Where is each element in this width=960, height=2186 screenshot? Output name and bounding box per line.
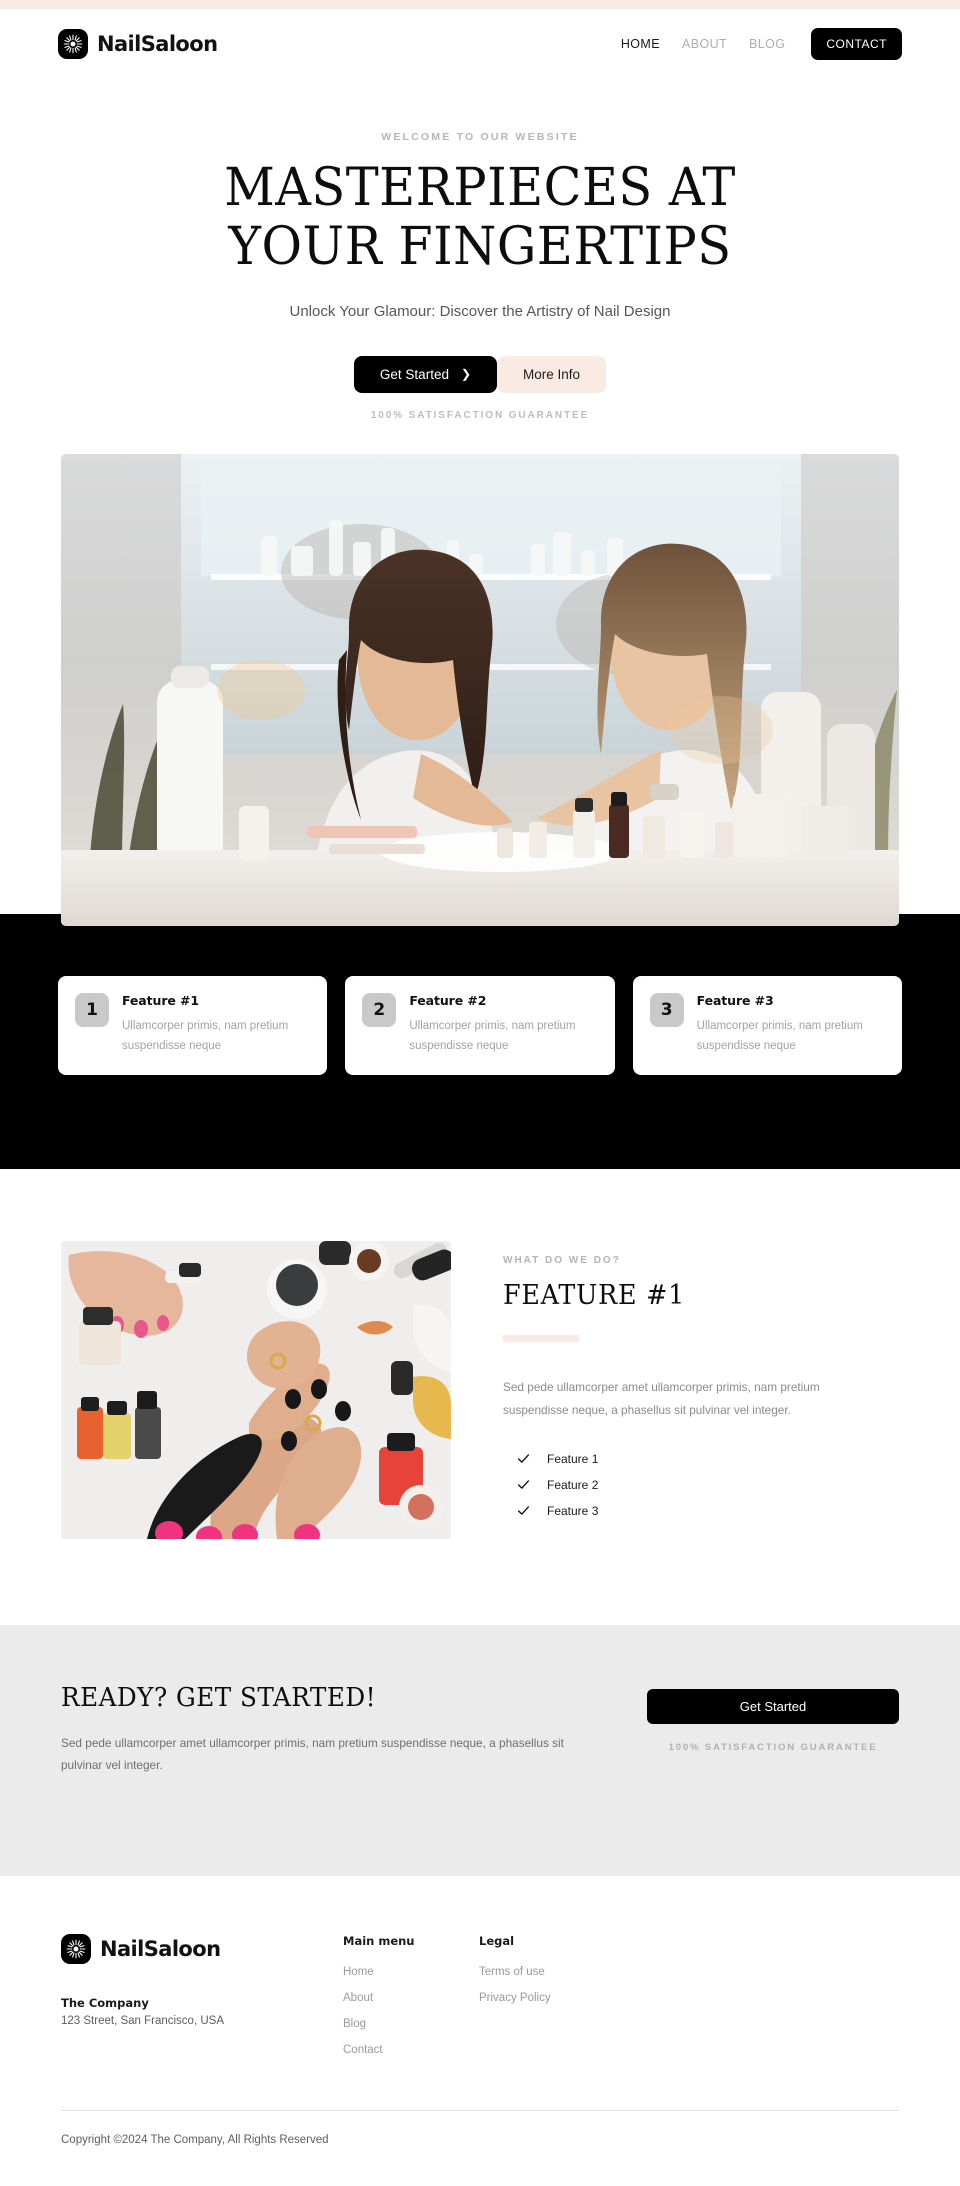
- feature-image: [61, 1240, 451, 1539]
- list-item: Blog: [343, 2014, 479, 2032]
- footer-link-privacy[interactable]: Privacy Policy: [479, 1992, 551, 2004]
- features-band: 1 Feature #1 Ullamcorper primis, nam pre…: [0, 913, 960, 1169]
- feature-card-number: 3: [649, 992, 684, 1027]
- feature-card-number: 1: [75, 992, 109, 1027]
- list-item: Feature 2: [503, 1478, 899, 1504]
- footer-link-contact[interactable]: Contact: [343, 2044, 383, 2056]
- what-we-do-list: Feature 1 Feature 2 Feature 3: [503, 1452, 899, 1530]
- hero-title-line-1: MASTERPIECES AT: [224, 158, 736, 218]
- feature-cards: 1 Feature #1 Ullamcorper primis, nam pre…: [58, 975, 902, 1075]
- what-we-do-title: FEATURE #1: [503, 1279, 686, 1311]
- footer-link-home[interactable]: Home: [343, 1966, 374, 1978]
- what-we-do-copy: WHAT DO WE DO? FEATURE #1 Sed pede ullam…: [503, 1241, 899, 1530]
- main-nav: HOME ABOUT BLOG CONTACT: [621, 28, 902, 60]
- hero-section: WELCOME TO OUR WEBSITE MASTERPIECES AT Y…: [0, 79, 960, 926]
- brand-name: NailSaloon: [97, 32, 218, 56]
- nav-item-home[interactable]: HOME: [621, 37, 660, 51]
- cta-text: Sed pede ullamcorper amet ullamcorper pr…: [61, 1735, 564, 1772]
- hero-actions: Get Started ❯ More Info: [0, 355, 960, 393]
- footer-copyright: Copyright ©2024 The Company, All Rights …: [61, 2134, 329, 2147]
- hero-subtitle: Unlock Your Glamour: Discover the Artist…: [289, 302, 671, 320]
- feature-card-title: Feature #1: [122, 992, 199, 1008]
- footer-legal-title: Legal: [479, 1934, 515, 1949]
- hero-guarantee: 100% SATISFACTION GUARANTEE: [370, 409, 590, 421]
- check-icon: [517, 1454, 530, 1464]
- footer-link-about[interactable]: About: [343, 1992, 373, 2004]
- footer-company-name: The Company: [61, 1996, 149, 2011]
- hero-image: [61, 453, 899, 926]
- get-started-button[interactable]: Get Started ❯: [353, 355, 498, 393]
- cta-section: READY? GET STARTED! Sed pede ullamcorper…: [0, 1624, 960, 1877]
- footer-brand-logo[interactable]: NailSaloon: [61, 1934, 343, 1965]
- cta-guarantee: 100% SATISFACTION GUARANTEE: [668, 1741, 878, 1753]
- feature-card[interactable]: 1 Feature #1 Ullamcorper primis, nam pre…: [58, 975, 328, 1075]
- hero-title-line-2: YOUR FINGERTIPS: [228, 216, 732, 277]
- list-item-label: Feature 3: [547, 1503, 599, 1518]
- footer-legal-column: Legal Terms of use Privacy Policy: [479, 1934, 615, 2066]
- list-item-label: Feature 2: [547, 1477, 599, 1492]
- get-started-label: Get Started: [379, 366, 449, 382]
- list-item: Home: [343, 1962, 479, 1980]
- contact-button[interactable]: CONTACT: [811, 28, 902, 60]
- feature-card[interactable]: 3 Feature #3 Ullamcorper primis, nam pre…: [632, 975, 902, 1075]
- hero-eyebrow: WELCOME TO OUR WEBSITE: [381, 131, 579, 143]
- what-we-do-eyebrow: WHAT DO WE DO?: [503, 1254, 621, 1266]
- cta-get-started-button[interactable]: Get Started: [647, 1688, 899, 1724]
- footer-link-terms[interactable]: Terms of use: [479, 1966, 545, 1978]
- site-footer: NailSaloon The Company 123 Street, San F…: [61, 1876, 899, 2186]
- more-info-button[interactable]: More Info: [497, 355, 607, 393]
- feature-card-title: Feature #3: [696, 992, 774, 1008]
- footer-brand-name: NailSaloon: [100, 1937, 221, 1962]
- feature-card-description: Ullamcorper primis, nam pretium suspendi…: [696, 1019, 863, 1052]
- list-item: Feature 1: [503, 1452, 899, 1478]
- list-item: Feature 3: [503, 1504, 899, 1530]
- footer-link-blog[interactable]: Blog: [343, 2018, 366, 2030]
- brand-logo[interactable]: NailSaloon: [58, 29, 218, 59]
- top-accent-strip: [0, 0, 960, 9]
- footer-menu-title: Main menu: [343, 1934, 415, 1949]
- feature-card-description: Ullamcorper primis, nam pretium suspendi…: [409, 1019, 576, 1052]
- feature-card-number: 2: [362, 992, 397, 1027]
- list-item: Privacy Policy: [479, 1988, 615, 2006]
- list-item: Terms of use: [479, 1962, 615, 1980]
- feature-card[interactable]: 2 Feature #2 Ullamcorper primis, nam pre…: [345, 975, 615, 1075]
- sunburst-icon: [58, 29, 88, 59]
- check-icon: [517, 1480, 530, 1490]
- footer-address: 123 Street, San Francisco, USA: [61, 2015, 224, 2028]
- page-title: MASTERPIECES AT YOUR FINGERTIPS: [24, 159, 936, 277]
- cta-title: READY? GET STARTED!: [61, 1682, 377, 1713]
- what-we-do-body: Sed pede ullamcorper amet ullamcorper pr…: [503, 1379, 820, 1417]
- footer-menu-column: Main menu Home About Blog Contact: [343, 1934, 479, 2066]
- site-header: NailSaloon HOME ABOUT BLOG CONTACT: [0, 9, 960, 79]
- list-item: Contact: [343, 2040, 479, 2058]
- what-we-do-section: WHAT DO WE DO? FEATURE #1 Sed pede ullam…: [61, 1169, 899, 1625]
- chevron-right-icon: ❯: [460, 367, 472, 381]
- check-icon: [517, 1506, 530, 1516]
- accent-divider: [503, 1334, 579, 1342]
- nav-item-about[interactable]: ABOUT: [682, 37, 727, 51]
- nav-item-blog[interactable]: BLOG: [749, 37, 785, 51]
- list-item-label: Feature 1: [547, 1451, 599, 1466]
- page-root: NailSaloon HOME ABOUT BLOG CONTACT WELCO…: [0, 0, 960, 2186]
- feature-card-title: Feature #2: [409, 992, 487, 1008]
- sunburst-icon: [61, 1934, 91, 1965]
- list-item: About: [343, 1988, 479, 2006]
- feature-card-description: Ullamcorper primis, nam pretium suspendi…: [122, 1019, 289, 1052]
